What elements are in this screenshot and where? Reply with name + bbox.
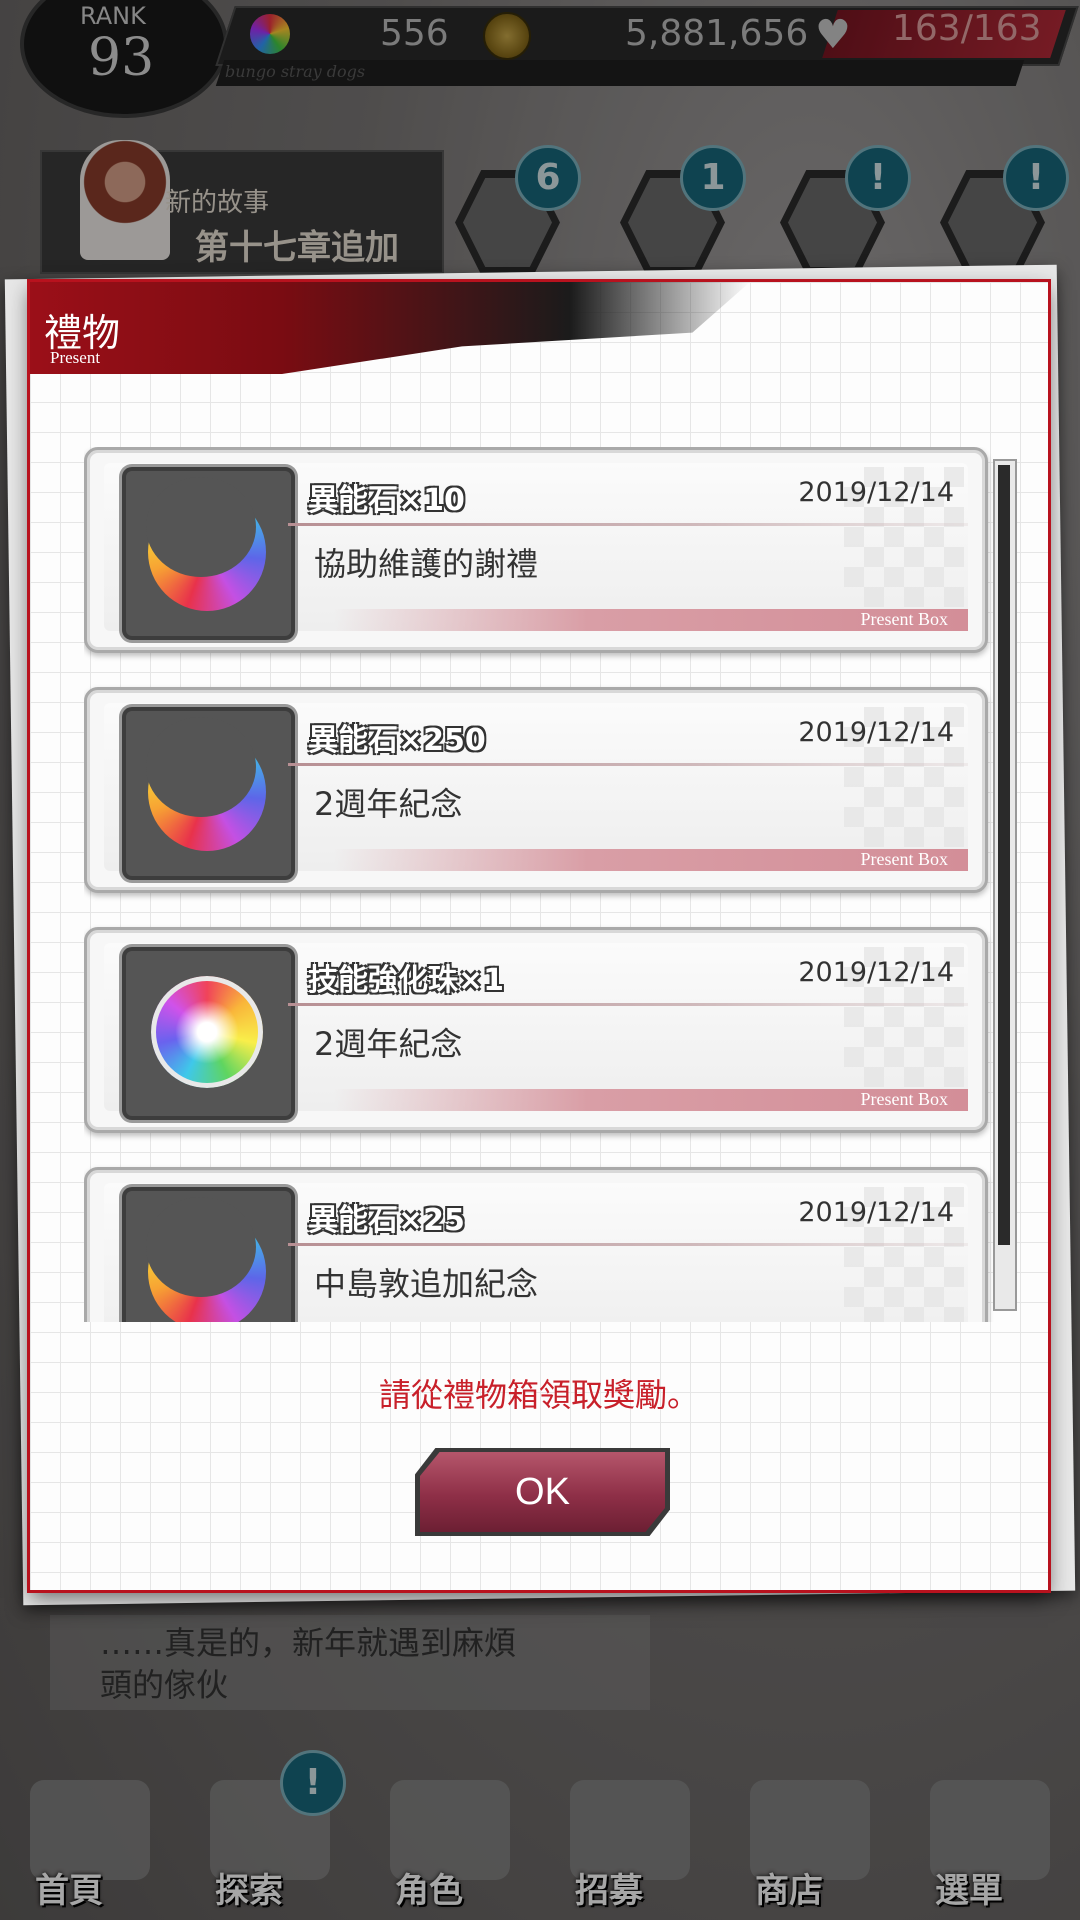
present-box-label: Present Box (860, 849, 949, 869)
item-icon-frame (122, 467, 295, 640)
moon-cutout (146, 717, 256, 817)
card-divider (288, 763, 968, 766)
item-desc: 協助維護的謝禮 (314, 545, 539, 583)
skill-orb-icon (151, 976, 263, 1088)
list-scrollbar[interactable] (993, 459, 1017, 1311)
list-item[interactable]: Present Box 異能石×250 2019/12/14 2週年紀念 (84, 687, 988, 893)
present-list[interactable]: Present Box 異能石×10 2019/12/14 協助維護的謝禮 Pr… (84, 447, 1024, 1322)
item-title: 異能石×10 (308, 483, 465, 518)
item-desc: 2週年紀念 (314, 1025, 463, 1063)
item-icon-frame (122, 1187, 295, 1322)
ok-button-label: OK (515, 1471, 570, 1513)
list-item[interactable]: 異能石×25 2019/12/14 中島敦追加紀念 (84, 1167, 988, 1322)
item-desc: 中島敦追加紀念 (314, 1265, 539, 1303)
ok-button[interactable]: OK (420, 1452, 665, 1532)
item-date: 2019/12/14 (798, 1197, 954, 1228)
item-icon-frame (122, 707, 295, 880)
dialog-title-bar: 禮物 Present (30, 282, 750, 374)
item-title: 異能石×25 (308, 1203, 465, 1238)
claim-notice: 請從禮物箱領取獎勵。 (378, 1376, 699, 1414)
item-date: 2019/12/14 (798, 957, 954, 988)
present-dialog: 禮物 Present Present Box 異能石×10 2019/12/14… (30, 282, 1048, 1590)
list-item[interactable]: Present Box 技能強化珠×1 2019/12/14 2週年紀念 (84, 927, 988, 1133)
moon-cutout (146, 477, 256, 577)
scrollbar-thumb[interactable] (998, 465, 1010, 1245)
dialog-subtitle: Present (50, 348, 101, 367)
list-item[interactable]: Present Box 異能石×10 2019/12/14 協助維護的謝禮 (84, 447, 988, 653)
present-box-label: Present Box (860, 1089, 949, 1109)
moon-cutout (146, 1197, 256, 1297)
item-date: 2019/12/14 (798, 477, 954, 508)
present-box-label: Present Box (860, 609, 949, 629)
card-divider (288, 1003, 968, 1006)
item-date: 2019/12/14 (798, 717, 954, 748)
item-icon-frame (122, 947, 295, 1120)
card-divider (288, 523, 968, 526)
item-desc: 2週年紀念 (314, 785, 463, 823)
item-title: 技能強化珠×1 (308, 963, 505, 998)
card-divider (288, 1243, 968, 1246)
item-title: 異能石×250 (308, 723, 486, 758)
